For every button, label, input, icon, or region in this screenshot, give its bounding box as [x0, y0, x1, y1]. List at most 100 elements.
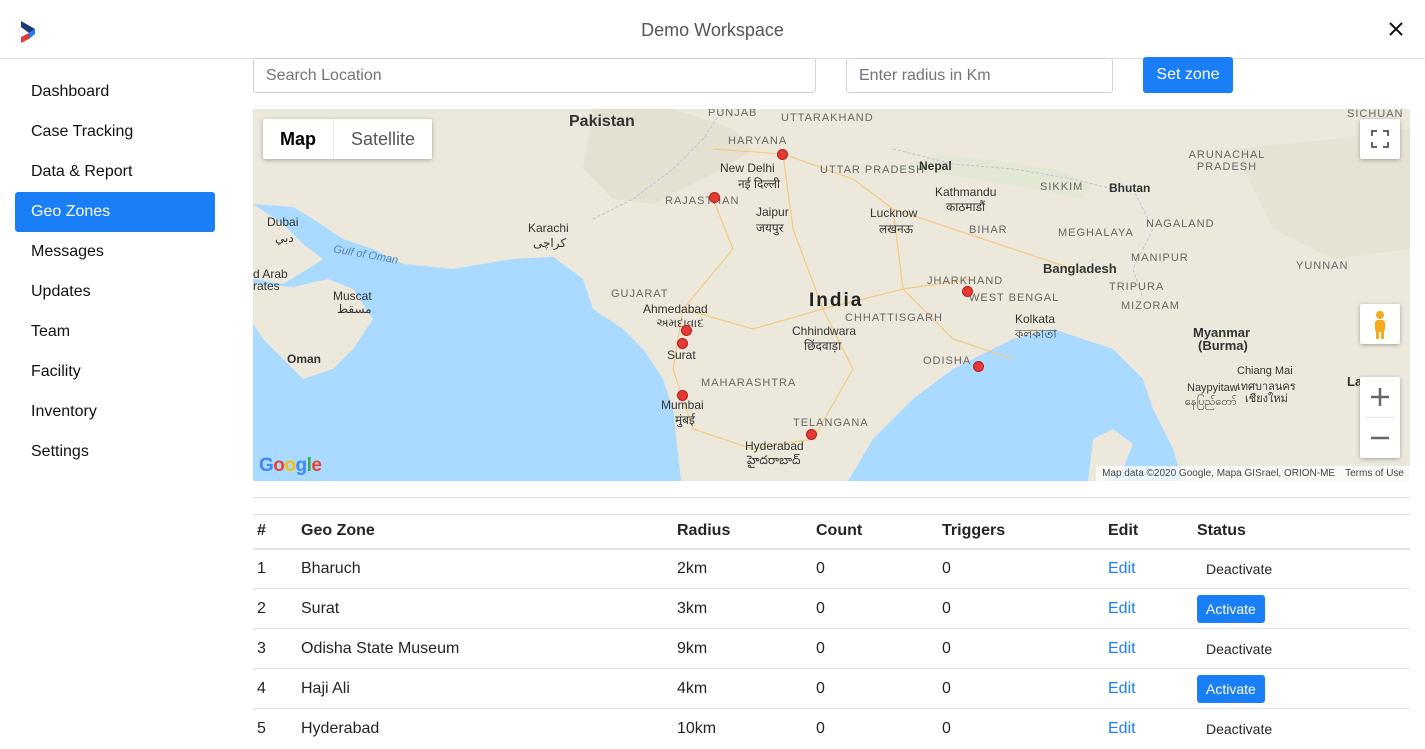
row-edit-link[interactable]: Edit: [1104, 708, 1193, 749]
zone-marker[interactable]: [677, 338, 688, 349]
column-header-count: Count: [812, 514, 938, 550]
row-status: Deactivate: [1193, 548, 1410, 589]
map-label-chiang-mai-th2: เชียงใหม่: [1245, 393, 1288, 405]
row-count: 0: [812, 588, 938, 629]
page-title: Demo Workspace: [641, 20, 784, 40]
map-label-bihar: BIHAR: [969, 224, 1008, 236]
radius-input[interactable]: [846, 58, 1113, 93]
sidebar-item-facility[interactable]: Facility: [15, 352, 215, 392]
sidebar-item-settings[interactable]: Settings: [15, 432, 215, 472]
fullscreen-button[interactable]: [1360, 119, 1400, 159]
sidebar-item-team[interactable]: Team: [15, 312, 215, 352]
map-label-lucknow-hi: लखनऊ: [879, 222, 914, 236]
zoom-in-button[interactable]: [1360, 377, 1400, 417]
row-triggers: 0: [938, 588, 1104, 629]
map-label-uttarakhand: UTTARAKHAND: [781, 112, 874, 124]
sidebar-item-updates[interactable]: Updates: [15, 272, 215, 312]
table-row: 1 Bharuch 2km 0 0 Edit Deactivate: [253, 548, 1410, 589]
map-label-ahmedabad: Ahmedabad: [643, 302, 708, 316]
map-label-mumbai-hi: मुंबई: [675, 413, 695, 427]
search-location-input[interactable]: [253, 58, 816, 93]
map-label-maharashtra: MAHARASHTRA: [701, 377, 797, 389]
map-label-arunachal: ARUNACHAL PRADESH: [1188, 149, 1266, 173]
row-geo-zone: Surat: [297, 588, 673, 629]
row-geo-zone: Haji Ali: [297, 668, 673, 709]
zoom-control: [1360, 377, 1400, 458]
map-label-chiang-mai: Chiang Mai: [1237, 365, 1293, 377]
map-view[interactable]: Pakistan PUNJAB HARYANA UTTARAKHAND New …: [253, 109, 1410, 481]
map-type-satellite-button[interactable]: Satellite: [334, 119, 432, 159]
row-radius: 4km: [673, 668, 812, 709]
row-count: 0: [812, 628, 938, 669]
row-geo-zone: Hyderabad: [297, 708, 673, 749]
map-label-manipur: MANIPUR: [1131, 252, 1189, 264]
zone-marker[interactable]: [962, 286, 973, 297]
sidebar-item-geo-zones[interactable]: Geo Zones: [15, 192, 215, 232]
map-label-odisha: ODISHA: [923, 355, 972, 367]
sidebar-item-inventory[interactable]: Inventory: [15, 392, 215, 432]
zone-marker[interactable]: [709, 192, 720, 203]
sidebar-item-data-report[interactable]: Data & Report: [15, 152, 215, 192]
map-label-pakistan: Pakistan: [569, 113, 635, 130]
row-number: 2: [253, 588, 297, 629]
row-edit-link[interactable]: Edit: [1104, 668, 1193, 709]
map-type-map-button[interactable]: Map: [263, 119, 334, 159]
minus-icon: [1371, 436, 1389, 440]
map-label-nepal: Nepal: [919, 159, 952, 173]
map-label-burma: (Burma): [1198, 338, 1248, 353]
row-triggers: 0: [938, 548, 1104, 589]
row-triggers: 0: [938, 668, 1104, 709]
row-edit-link[interactable]: Edit: [1104, 628, 1193, 669]
map-label-nagaland: NAGALAND: [1146, 218, 1215, 230]
terms-of-use-link[interactable]: Terms of Use: [1345, 468, 1404, 479]
zone-marker[interactable]: [681, 325, 692, 336]
map-label-naypyitaw-my: နေပြည်တော်: [1185, 396, 1237, 408]
row-radius: 3km: [673, 588, 812, 629]
table-row: 5 Hyderabad 10km 0 0 Edit Deactivate: [253, 708, 1410, 749]
zoom-out-button[interactable]: [1360, 418, 1400, 458]
table-header-row: # Geo Zone Radius Count Triggers Edit St…: [253, 514, 1410, 550]
deactivate-button[interactable]: Deactivate: [1197, 635, 1281, 663]
map-label-jaipur-hi: जयपुर: [756, 221, 784, 235]
map-label-hyderabad: Hyderabad: [745, 439, 804, 453]
plus-icon: [1371, 388, 1389, 406]
row-number: 3: [253, 628, 297, 669]
map-label-uae-rates: rates: [253, 279, 280, 293]
sidebar-item-messages[interactable]: Messages: [15, 232, 215, 272]
map-label-chhindwara: Chhindwara: [792, 324, 857, 338]
pegman-icon: [1375, 311, 1385, 339]
sidebar: Dashboard Case Tracking Data & Report Ge…: [15, 72, 215, 472]
map-label-chhattisgarh: CHHATTISGARH: [845, 312, 943, 324]
row-triggers: 0: [938, 628, 1104, 669]
map-label-kolkata-bn: কলকাতা: [1015, 327, 1057, 341]
deactivate-button[interactable]: Deactivate: [1197, 715, 1281, 743]
map-label-kathmandu: Kathmandu: [935, 185, 997, 199]
map-label-karachi-ur: کراچی: [533, 236, 567, 250]
sidebar-item-case-tracking[interactable]: Case Tracking: [15, 112, 215, 152]
row-triggers: 0: [938, 708, 1104, 749]
map-label-oman: Oman: [287, 352, 322, 366]
row-geo-zone: Bharuch: [297, 548, 673, 589]
sidebar-item-dashboard[interactable]: Dashboard: [15, 72, 215, 112]
zone-marker[interactable]: [777, 149, 788, 160]
zone-marker[interactable]: [677, 390, 688, 401]
google-logo: Google: [259, 455, 322, 476]
column-header-status: Status: [1193, 514, 1410, 550]
zone-marker[interactable]: [806, 429, 817, 440]
street-view-pegman[interactable]: [1360, 304, 1400, 344]
close-icon[interactable]: [1385, 18, 1407, 40]
map-label-hyderabad-te: హైదరాబాద్: [747, 453, 801, 467]
set-zone-button[interactable]: Set zone: [1143, 57, 1233, 93]
row-edit-link[interactable]: Edit: [1104, 548, 1193, 589]
zone-marker[interactable]: [973, 361, 984, 372]
activate-button[interactable]: Activate: [1197, 594, 1265, 623]
map-label-haryana: HARYANA: [728, 135, 788, 147]
row-edit-link[interactable]: Edit: [1104, 588, 1193, 629]
activate-button[interactable]: Activate: [1197, 674, 1265, 703]
map-label-gujarat: GUJARAT: [611, 288, 669, 300]
row-status: Deactivate: [1193, 708, 1410, 749]
column-header-number: #: [253, 514, 297, 550]
deactivate-button[interactable]: Deactivate: [1197, 555, 1281, 583]
map-label-bhutan: Bhutan: [1109, 181, 1151, 195]
map-label-meghalaya: MEGHALAYA: [1058, 227, 1134, 239]
